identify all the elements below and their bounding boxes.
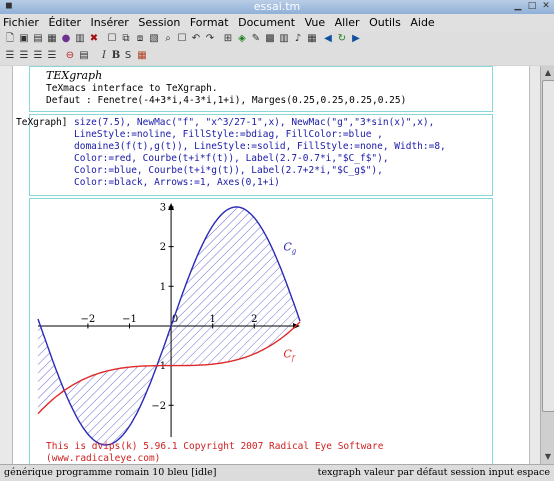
menu-editer[interactable]: Éditer bbox=[45, 14, 84, 31]
paste-icon[interactable]: ▧ bbox=[148, 33, 160, 45]
menu-format[interactable]: Format bbox=[187, 14, 232, 31]
redo-icon[interactable]: ↷ bbox=[204, 33, 216, 45]
maximize-icon[interactable]: □ bbox=[526, 1, 538, 12]
menu-document[interactable]: Document bbox=[235, 14, 298, 31]
table-icon[interactable]: ⊞ bbox=[222, 33, 234, 45]
sound-icon[interactable]: ♪ bbox=[292, 33, 304, 45]
menu-aide[interactable]: Aide bbox=[407, 14, 437, 31]
italic-button[interactable]: I bbox=[98, 50, 110, 62]
link-icon[interactable]: ◈ bbox=[236, 33, 248, 45]
menu-session[interactable]: Session bbox=[135, 14, 183, 31]
output-line: (www.radicaleye.com) bbox=[46, 453, 161, 464]
justify-icon[interactable]: ☰ bbox=[46, 50, 58, 62]
status-bar: générique programme romain 10 bleu [idle… bbox=[0, 464, 554, 481]
label-cg: Cg bbox=[283, 241, 296, 256]
scroll-up-icon[interactable]: ▲ bbox=[542, 67, 554, 79]
input-line[interactable]: LineStyle:=noline, FillStyle:=bdiag, Fil… bbox=[74, 129, 383, 141]
title-bar: ◼ essai.tm ▁ □ ✕ bbox=[0, 0, 554, 15]
menu-inserer[interactable]: Insérer bbox=[88, 14, 132, 31]
label-cf: Cf bbox=[283, 348, 295, 363]
close-icon[interactable]: ✖ bbox=[88, 33, 100, 45]
format-toolbar: ☰ ☰ ☰ ☰ ⊖ ▤ I B S ▦ bbox=[0, 48, 554, 65]
session-banner: TEXgraph TeXmacs interface to TeXgraph. … bbox=[29, 66, 493, 112]
back-icon[interactable]: ◀ bbox=[322, 33, 334, 45]
refresh-icon[interactable]: ↻ bbox=[336, 33, 348, 45]
x-tick-label: −2 bbox=[81, 314, 96, 325]
x-tick-label: 1 bbox=[209, 314, 215, 325]
input-line[interactable]: Color:=black, Arrows:=1, Axes(0,1+i) bbox=[74, 177, 280, 189]
texgraph-plot: −2 −1 0 1 2321−1−2 Cg Cf bbox=[37, 202, 301, 446]
input-line[interactable]: size(7.5), NewMac("f", "x^3/27-1",x), Ne… bbox=[74, 117, 434, 129]
close-window-icon[interactable]: ✕ bbox=[540, 1, 552, 12]
new-doc-icon[interactable]: 🗋 bbox=[4, 33, 16, 45]
y-tick-label: 3 bbox=[160, 202, 166, 213]
texgraph-logo: TEXgraph bbox=[46, 69, 103, 82]
stop-icon[interactable]: ⊖ bbox=[64, 50, 76, 62]
menu-vue[interactable]: Vue bbox=[302, 14, 329, 31]
output-line: This is dvips(k) 5.96.1 Copyright 2007 R… bbox=[46, 441, 384, 452]
input-line[interactable]: domaine3(f(t),g(t)), LineStyle:=solid, F… bbox=[74, 141, 446, 153]
replace-icon[interactable]: ⧈ bbox=[134, 33, 146, 45]
align-right-icon[interactable]: ☰ bbox=[32, 50, 44, 62]
scroll-down-icon[interactable]: ▼ bbox=[542, 451, 554, 463]
film-icon[interactable]: ▥ bbox=[278, 33, 290, 45]
page-icon[interactable]: ☐ bbox=[176, 33, 188, 45]
undo-icon[interactable]: ↶ bbox=[190, 33, 202, 45]
sans-button[interactable]: S bbox=[122, 50, 134, 62]
y-tick-label: 1 bbox=[160, 282, 166, 293]
menu-outils[interactable]: Outils bbox=[366, 14, 404, 31]
session-output: −2 −1 0 1 2 3 2 1 −1 −2 Cg Cf This is dvips(k) 5.… bbox=[29, 198, 493, 464]
x-tick-label: 2 bbox=[251, 314, 257, 325]
document-page: TEXgraph TeXmacs interface to TeXgraph. … bbox=[12, 66, 530, 464]
status-left: générique programme romain 10 bleu [idle… bbox=[4, 467, 217, 478]
menu-bar: Fichier Éditer Insérer Session Format Do… bbox=[0, 14, 554, 31]
session-prompt: TeXgraph] bbox=[16, 117, 68, 128]
minimize-icon[interactable]: ▁ bbox=[512, 1, 524, 12]
input-line[interactable]: Color:=red, Courbe(t+i*f(t)), Label(2.7-… bbox=[74, 153, 389, 165]
banner-line-2: Defaut : Fenetre(-4+3*i,4-3*i,1+i), Marg… bbox=[46, 95, 407, 106]
menu-aller[interactable]: Aller bbox=[332, 14, 363, 31]
pen-icon[interactable]: ✎ bbox=[250, 33, 262, 45]
document-area: TEXgraph TeXmacs interface to TeXgraph. … bbox=[0, 66, 540, 464]
calc-icon[interactable]: ▦ bbox=[306, 33, 318, 45]
image-icon[interactable]: ▩ bbox=[264, 33, 276, 45]
save-icon[interactable]: ▤ bbox=[32, 33, 44, 45]
cut-icon[interactable]: ● bbox=[60, 33, 72, 45]
scrollbar-thumb[interactable] bbox=[542, 80, 554, 412]
search-icon[interactable]: ⌕ bbox=[162, 33, 174, 45]
align-left-icon[interactable]: ☰ bbox=[4, 50, 16, 62]
bold-button[interactable]: B bbox=[110, 50, 122, 62]
input-line[interactable]: Color:=blue, Courbe(t+i*g(t)), Label(2.7… bbox=[74, 165, 383, 177]
forward-icon[interactable]: ▶ bbox=[350, 33, 362, 45]
color-icon[interactable]: ▦ bbox=[136, 50, 148, 62]
exec-icon[interactable]: ▤ bbox=[78, 50, 90, 62]
window-title: essai.tm bbox=[253, 0, 301, 13]
open-icon[interactable]: ▣ bbox=[18, 33, 30, 45]
spell-icon[interactable]: ☐ bbox=[106, 33, 118, 45]
main-toolbar: 🗋 ▣ ▤ ▦ ● ▥ ✖ ☐ ⧉ ⧈ ▧ ⌕ ☐ ↶ ↷ ⊞ ◈ ✎ ▩ ▥ … bbox=[0, 31, 554, 48]
find-icon[interactable]: ⧉ bbox=[120, 33, 132, 45]
banner-line-1: TeXmacs interface to TeXgraph. bbox=[46, 83, 218, 94]
session-input[interactable]: TeXgraph] size(7.5), NewMac("f", "x^3/27… bbox=[16, 114, 493, 196]
status-right: texgraph valeur par défaut session input… bbox=[317, 467, 550, 478]
align-center-icon[interactable]: ☰ bbox=[18, 50, 30, 62]
menu-fichier[interactable]: Fichier bbox=[0, 14, 42, 31]
x-tick-label: −1 bbox=[122, 314, 137, 325]
label-cg-sub: g bbox=[292, 248, 297, 256]
y-tick-label: 2 bbox=[160, 242, 166, 253]
y-tick-label: −2 bbox=[151, 401, 166, 412]
vertical-scrollbar[interactable]: ▲ ▼ bbox=[540, 66, 554, 464]
print-icon[interactable]: ▦ bbox=[46, 33, 58, 45]
copy-icon[interactable]: ▥ bbox=[74, 33, 86, 45]
label-cf-sub: f bbox=[291, 355, 296, 363]
